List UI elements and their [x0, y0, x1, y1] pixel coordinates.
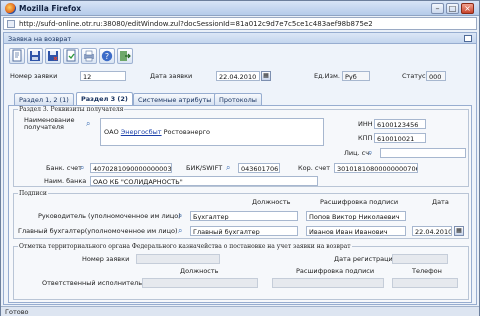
date-label: Дата заявки — [150, 72, 193, 80]
signatures-title: Подписи — [18, 190, 48, 197]
treasury-title: Отметка территориального органа Федераль… — [18, 243, 352, 250]
corr-account-field[interactable]: 30101810800000000706 — [334, 163, 418, 173]
recipient-details-group: Раздел 3. Реквизиты получателя Наименова… — [13, 106, 469, 187]
check-doc-icon[interactable] — [63, 48, 79, 64]
reg-date-label: Дата регистрации — [334, 255, 398, 263]
window-title: Mozilla Firefox — [19, 4, 82, 13]
panel-header: Заявка на возврат — [4, 33, 476, 44]
accountant-name-field[interactable]: Иванов Иван Иванович — [306, 226, 406, 236]
tab-content: Раздел 3. Реквизиты получателя Наименова… — [8, 105, 472, 303]
kpp-field[interactable]: 610010021 — [374, 133, 426, 143]
url-text: http://sufd-online.otr.ru:38080/editWind… — [19, 20, 373, 28]
accountant-label: Главный бухгалтер(уполномоченное им лицо… — [18, 227, 178, 235]
panel-maximize-icon[interactable] — [464, 35, 472, 42]
treasury-mark-group: Отметка территориального органа Федераль… — [13, 243, 469, 300]
bank-account-field[interactable]: 40702810900000000033 — [90, 163, 172, 173]
calendar-icon[interactable]: ▦ — [261, 71, 271, 81]
treasury-col-phone: Телефон — [412, 267, 442, 275]
status-field: 000 — [426, 71, 446, 81]
print-icon[interactable] — [81, 48, 97, 64]
header-row: Номер заявки 12 Дата заявки 22.04.2010 ▦… — [4, 68, 476, 83]
number-label: Номер заявки — [10, 72, 58, 80]
treasury-col-position: Должность — [180, 267, 219, 275]
corr-account-label: Кор. счет — [298, 164, 331, 172]
treasury-col-name: Расшифровка подписи — [296, 267, 375, 275]
head-lookup-icon[interactable]: ⌕ — [178, 212, 189, 220]
save-close-icon[interactable] — [45, 48, 61, 64]
recipient-link[interactable]: Энергосбыт — [121, 128, 162, 136]
tab-system-attributes[interactable]: Системные атрибуты — [133, 93, 217, 105]
bank-account-label: Банк. счет — [46, 164, 82, 172]
help-icon[interactable]: ? — [99, 48, 115, 64]
section3-title: Раздел 3. Реквизиты получателя — [18, 106, 125, 113]
number-field[interactable]: 12 — [80, 71, 126, 81]
bank-name-label: Наим. банка — [44, 177, 87, 185]
status-text: Готово — [5, 308, 29, 316]
address-bar[interactable]: http://sufd-online.otr.ru:38080/editWind… — [3, 17, 477, 30]
browser-window: Mozilla Firefox – □ × http://sufd-online… — [0, 0, 480, 316]
recipient-name-field[interactable]: ОАО Энергосбыт Ростовэнерго — [100, 118, 324, 146]
panel-title: Заявка на возврат — [8, 35, 72, 43]
unit-label: Ед.Изм. — [314, 72, 340, 80]
signatures-col-name: Расшифровка подписи — [320, 198, 399, 206]
tab-section-1-2[interactable]: Раздел 1, 2 (1) — [14, 93, 74, 105]
head-label: Руководитель (уполномоченное им лицо) — [38, 212, 181, 220]
save-icon[interactable] — [27, 48, 43, 64]
treasury-number-field — [136, 254, 220, 264]
close-button[interactable]: × — [461, 3, 474, 14]
bank-name-field[interactable]: ОАО КБ "СОЛИДАРНОСТЬ" — [90, 176, 318, 186]
toolbar: ? — [5, 45, 475, 67]
inn-field[interactable]: 6100123456 — [374, 119, 426, 129]
status-label: Статус — [402, 72, 426, 80]
executor-phone-field — [392, 278, 458, 288]
maximize-button[interactable]: □ — [446, 3, 459, 14]
signatures-col-position: Должность — [252, 198, 291, 206]
accountant-calendar-icon[interactable]: ▦ — [454, 226, 464, 236]
executor-name-field — [272, 278, 384, 288]
page-icon — [7, 20, 15, 28]
accountant-lookup-icon[interactable]: ⌕ — [178, 227, 189, 235]
refund-request-panel: Заявка на возврат ? Номер заявки 12 Дата… — [3, 32, 477, 305]
svg-text:?: ? — [105, 52, 109, 61]
accountant-date-field[interactable]: 22.04.2010 — [412, 226, 452, 236]
kpp-label: КПП — [358, 134, 373, 142]
bik-lookup-icon[interactable]: ⌕ — [226, 164, 237, 172]
accountant-position-field[interactable]: Главный бухгалтер — [190, 226, 298, 236]
recipient-label-2: получателя — [24, 123, 64, 131]
unit-field: Руб — [342, 71, 370, 81]
title-bar: Mozilla Firefox – □ × — [1, 1, 479, 16]
signatures-group: Подписи Должность Расшифровка подписи Да… — [13, 190, 469, 239]
date-field[interactable]: 22.04.2010 — [216, 71, 260, 81]
new-doc-icon[interactable] — [9, 48, 25, 64]
executor-label: Ответственный исполнитель: — [42, 279, 145, 287]
head-position-field[interactable]: Бухгалтер — [190, 211, 298, 221]
head-name-field[interactable]: Попов Виктор Николаевич — [306, 211, 406, 221]
firefox-icon — [5, 3, 16, 14]
exit-icon[interactable] — [117, 48, 133, 64]
minimize-button[interactable]: – — [431, 3, 444, 14]
bik-field[interactable]: 043601706 — [238, 163, 280, 173]
tab-protocols[interactable]: Протоколы — [214, 93, 262, 105]
recipient-lookup-icon[interactable]: ⌕ — [86, 120, 97, 128]
treasury-number-label: Номер заявки — [82, 255, 130, 263]
status-bar: Готово — [1, 306, 479, 316]
personal-account-lookup-icon[interactable]: ⌕ — [368, 149, 379, 157]
recipient-prefix: ОАО — [104, 128, 121, 136]
reg-date-field — [392, 254, 448, 264]
personal-account-field[interactable] — [380, 148, 466, 158]
inn-label: ИНН — [358, 120, 373, 128]
tab-section-3[interactable]: Раздел 3 (2) — [76, 92, 133, 105]
recipient-suffix: Ростовэнерго — [161, 128, 211, 136]
executor-position-field — [142, 278, 258, 288]
bik-label: БИК/SWIFT — [186, 164, 223, 172]
signatures-col-date: Дата — [432, 198, 449, 206]
